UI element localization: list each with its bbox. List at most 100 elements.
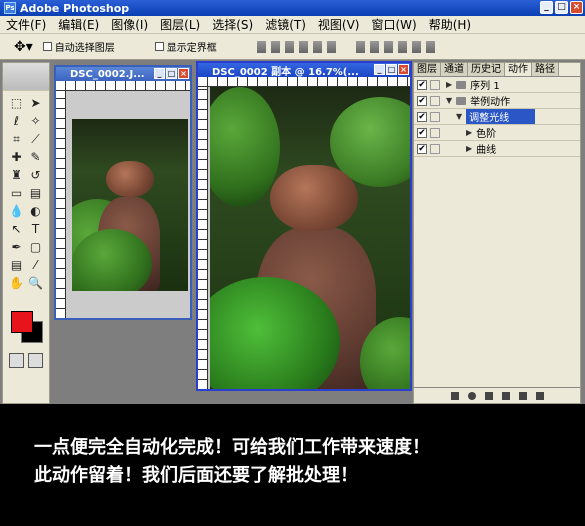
align-right-icon[interactable]	[326, 40, 336, 53]
distribute-vcenter-icon[interactable]	[369, 40, 379, 53]
dialog-toggle-checkbox[interactable]	[430, 143, 440, 154]
menu-file[interactable]: 文件(F)	[0, 16, 52, 33]
collapse-triangle-icon[interactable]: ▼	[446, 96, 452, 105]
blur-tool-icon[interactable]: 💧	[8, 203, 25, 219]
align-left-icon[interactable]	[298, 40, 308, 53]
minimize-button[interactable]: _	[540, 1, 553, 14]
stop-icon[interactable]	[450, 391, 459, 400]
menu-layer[interactable]: 图层(L)	[154, 16, 206, 33]
distribute-right-icon[interactable]	[425, 40, 435, 53]
record-icon[interactable]	[467, 391, 476, 400]
tab-actions[interactable]: 动作	[505, 63, 532, 76]
stamp-tool-icon[interactable]: ♜	[8, 167, 25, 183]
distribute-top-icon[interactable]	[355, 40, 365, 53]
gradient-tool-icon[interactable]: ▤	[27, 185, 44, 201]
quickmask-mode-icon[interactable]	[28, 353, 43, 368]
maximize-button[interactable]: □	[555, 1, 568, 14]
shape-tool-icon[interactable]: ▢	[27, 239, 44, 255]
delete-icon[interactable]	[535, 391, 544, 400]
move-tool-icon[interactable]: ✥▾	[14, 39, 33, 55]
new-action-icon[interactable]	[518, 391, 527, 400]
action-row[interactable]: ✔ ▼ 调整光线	[414, 109, 580, 125]
action-row[interactable]: ✔ ▶ 色阶	[414, 125, 580, 141]
action-toggle-checkbox[interactable]: ✔	[417, 95, 427, 106]
play-icon[interactable]	[484, 391, 493, 400]
action-row[interactable]: ✔ ▶ 序列 1	[414, 77, 580, 93]
dialog-toggle-checkbox[interactable]	[430, 111, 440, 122]
checkbox-box[interactable]	[42, 42, 52, 51]
menu-filter[interactable]: 滤镜(T)	[259, 16, 312, 33]
menu-help[interactable]: 帮助(H)	[423, 16, 477, 33]
distribute-left-icon[interactable]	[397, 40, 407, 53]
collapse-triangle-icon[interactable]: ▼	[456, 112, 462, 121]
doc-close-button[interactable]: ×	[398, 64, 409, 75]
expand-triangle-icon[interactable]: ▶	[466, 144, 472, 153]
action-toggle-checkbox[interactable]: ✔	[417, 111, 427, 122]
magic-wand-tool-icon[interactable]: ✧	[27, 113, 44, 129]
healing-brush-icon[interactable]: ✚	[8, 149, 25, 165]
photoshop-logo-icon: Ps	[4, 2, 16, 14]
brush-tool-icon[interactable]: ✎	[27, 149, 44, 165]
menu-edit[interactable]: 编辑(E)	[52, 16, 105, 33]
action-row[interactable]: ✔ ▼ 举例动作	[414, 93, 580, 109]
dialog-toggle-checkbox[interactable]	[430, 127, 440, 138]
distribute-bottom-icon[interactable]	[383, 40, 393, 53]
document-titlebar[interactable]: DSC_0002.J... _ □ ×	[56, 67, 190, 81]
history-brush-icon[interactable]: ↺	[27, 167, 44, 183]
doc-minimize-button[interactable]: _	[154, 68, 165, 79]
crop-tool-icon[interactable]: ⌗	[8, 131, 25, 147]
action-row[interactable]: ✔ ▶ 曲线	[414, 141, 580, 157]
action-toggle-checkbox[interactable]: ✔	[417, 143, 427, 154]
align-top-icon[interactable]	[256, 40, 266, 53]
dodge-tool-icon[interactable]: ◐	[27, 203, 44, 219]
tutorial-caption: 一点便完全自动化完成！可给我们工作带来速度！ 此动作留着！我们后面还要了解批处理…	[0, 404, 585, 526]
action-toggle-checkbox[interactable]: ✔	[417, 79, 427, 90]
path-select-icon[interactable]: ↖	[8, 221, 25, 237]
hand-tool-icon[interactable]: ✋	[8, 275, 25, 291]
dialog-toggle-checkbox[interactable]	[430, 95, 440, 106]
standard-mode-icon[interactable]	[9, 353, 24, 368]
type-tool-icon[interactable]: T	[27, 221, 44, 237]
close-button[interactable]: ×	[570, 1, 583, 14]
expand-triangle-icon[interactable]: ▶	[466, 128, 472, 137]
auto-select-layer-checkbox[interactable]: 自动选择图层	[42, 39, 115, 54]
tab-layers[interactable]: 图层	[414, 63, 441, 76]
slice-tool-icon[interactable]: ⟋	[27, 131, 44, 147]
distribute-hcenter-icon[interactable]	[411, 40, 421, 53]
move-tool-icon[interactable]: ➤	[27, 95, 44, 111]
tab-history[interactable]: 历史记	[468, 63, 505, 76]
eraser-tool-icon[interactable]: ▭	[8, 185, 25, 201]
doc-minimize-button[interactable]: _	[374, 64, 385, 75]
doc-close-button[interactable]: ×	[178, 68, 189, 79]
expand-triangle-icon[interactable]: ▶	[446, 80, 452, 89]
align-vcenter-icon[interactable]	[270, 40, 280, 53]
align-hcenter-icon[interactable]	[312, 40, 322, 53]
document-window-small[interactable]: DSC_0002.J... _ □ ×	[54, 65, 192, 320]
menu-image[interactable]: 图像(I)	[105, 16, 154, 33]
document-titlebar[interactable]: DSC_0002 副本 @ 16.7%(... _ □ ×	[198, 63, 410, 78]
caption-line-2: 此动作留着！我们后面还要了解批处理！	[34, 465, 358, 486]
checkbox-box[interactable]	[154, 42, 164, 51]
doc-maximize-button[interactable]: □	[386, 64, 397, 75]
align-bottom-icon[interactable]	[284, 40, 294, 53]
foreground-color-swatch[interactable]	[11, 311, 33, 333]
show-bounding-box-checkbox[interactable]: 显示定界框	[154, 39, 217, 54]
pen-tool-icon[interactable]: ✒	[8, 239, 25, 255]
tab-paths[interactable]: 路径	[532, 63, 559, 76]
tab-channels[interactable]: 通道	[441, 63, 468, 76]
eyedropper-tool-icon[interactable]: ⁄	[27, 257, 44, 273]
document-image[interactable]	[210, 87, 410, 389]
document-window-large[interactable]: DSC_0002 副本 @ 16.7%(... _ □ ×	[196, 61, 412, 391]
dialog-toggle-checkbox[interactable]	[430, 79, 440, 90]
zoom-tool-icon[interactable]: 🔍	[27, 275, 44, 291]
doc-maximize-button[interactable]: □	[166, 68, 177, 79]
lasso-tool-icon[interactable]: ℓ	[8, 113, 25, 129]
notes-tool-icon[interactable]: ▤	[8, 257, 25, 273]
menu-view[interactable]: 视图(V)	[312, 16, 366, 33]
document-image[interactable]	[72, 119, 188, 291]
marquee-tool-icon[interactable]: ⬚	[8, 95, 25, 111]
action-toggle-checkbox[interactable]: ✔	[417, 127, 427, 138]
new-set-icon[interactable]	[501, 391, 510, 400]
menu-window[interactable]: 窗口(W)	[365, 16, 422, 33]
menu-select[interactable]: 选择(S)	[206, 16, 259, 33]
